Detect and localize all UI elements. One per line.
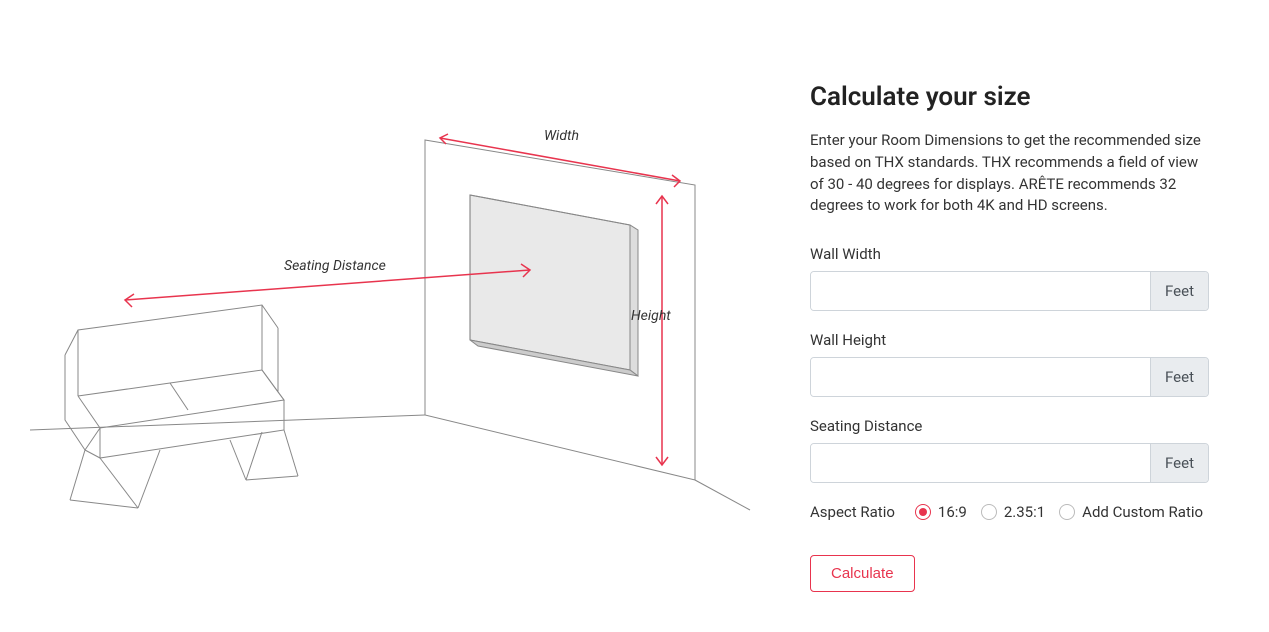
field-wall-height: Wall Height Feet <box>810 331 1209 397</box>
seating-distance-label: Seating Distance <box>810 417 1209 435</box>
page-title: Calculate your size <box>810 82 1209 112</box>
wall-height-unit: Feet <box>1150 358 1208 396</box>
calculator-form: Calculate your size Enter your Room Dime… <box>810 40 1239 592</box>
diagram-svg <box>30 80 790 540</box>
wall-width-unit: Feet <box>1150 272 1208 310</box>
aspect-ratio-option-label: 2.35:1 <box>1004 503 1045 521</box>
radio-icon <box>981 504 997 520</box>
aspect-ratio-option-label: 16:9 <box>938 503 967 521</box>
field-wall-width: Wall Width Feet <box>810 245 1209 311</box>
aspect-ratio-label: Aspect Ratio <box>810 503 895 521</box>
wall-width-label: Wall Width <box>810 245 1209 263</box>
description-text: Enter your Room Dimensions to get the re… <box>810 130 1209 217</box>
seating-distance-unit: Feet <box>1150 444 1208 482</box>
radio-icon <box>1059 504 1075 520</box>
radio-icon <box>915 504 931 520</box>
wall-height-label: Wall Height <box>810 331 1209 349</box>
diagram-label-height: Height <box>631 308 671 324</box>
aspect-ratio-option-label: Add Custom Ratio <box>1082 503 1203 521</box>
seating-distance-input[interactable] <box>811 444 1150 482</box>
aspect-ratio-option-custom[interactable]: Add Custom Ratio <box>1059 503 1203 521</box>
field-seating-distance: Seating Distance Feet <box>810 417 1209 483</box>
wall-width-input[interactable] <box>811 272 1150 310</box>
aspect-ratio-option-235-1[interactable]: 2.35:1 <box>981 503 1045 521</box>
diagram-label-seating: Seating Distance <box>280 258 390 274</box>
aspect-ratio-option-16-9[interactable]: 16:9 <box>915 503 967 521</box>
diagram-label-width: Width <box>544 128 579 144</box>
aspect-ratio-row: Aspect Ratio 16:9 2.35:1 Add Custom Rati… <box>810 503 1209 521</box>
wall-height-input[interactable] <box>811 358 1150 396</box>
room-diagram: Width Height Seating Distance <box>30 40 810 592</box>
